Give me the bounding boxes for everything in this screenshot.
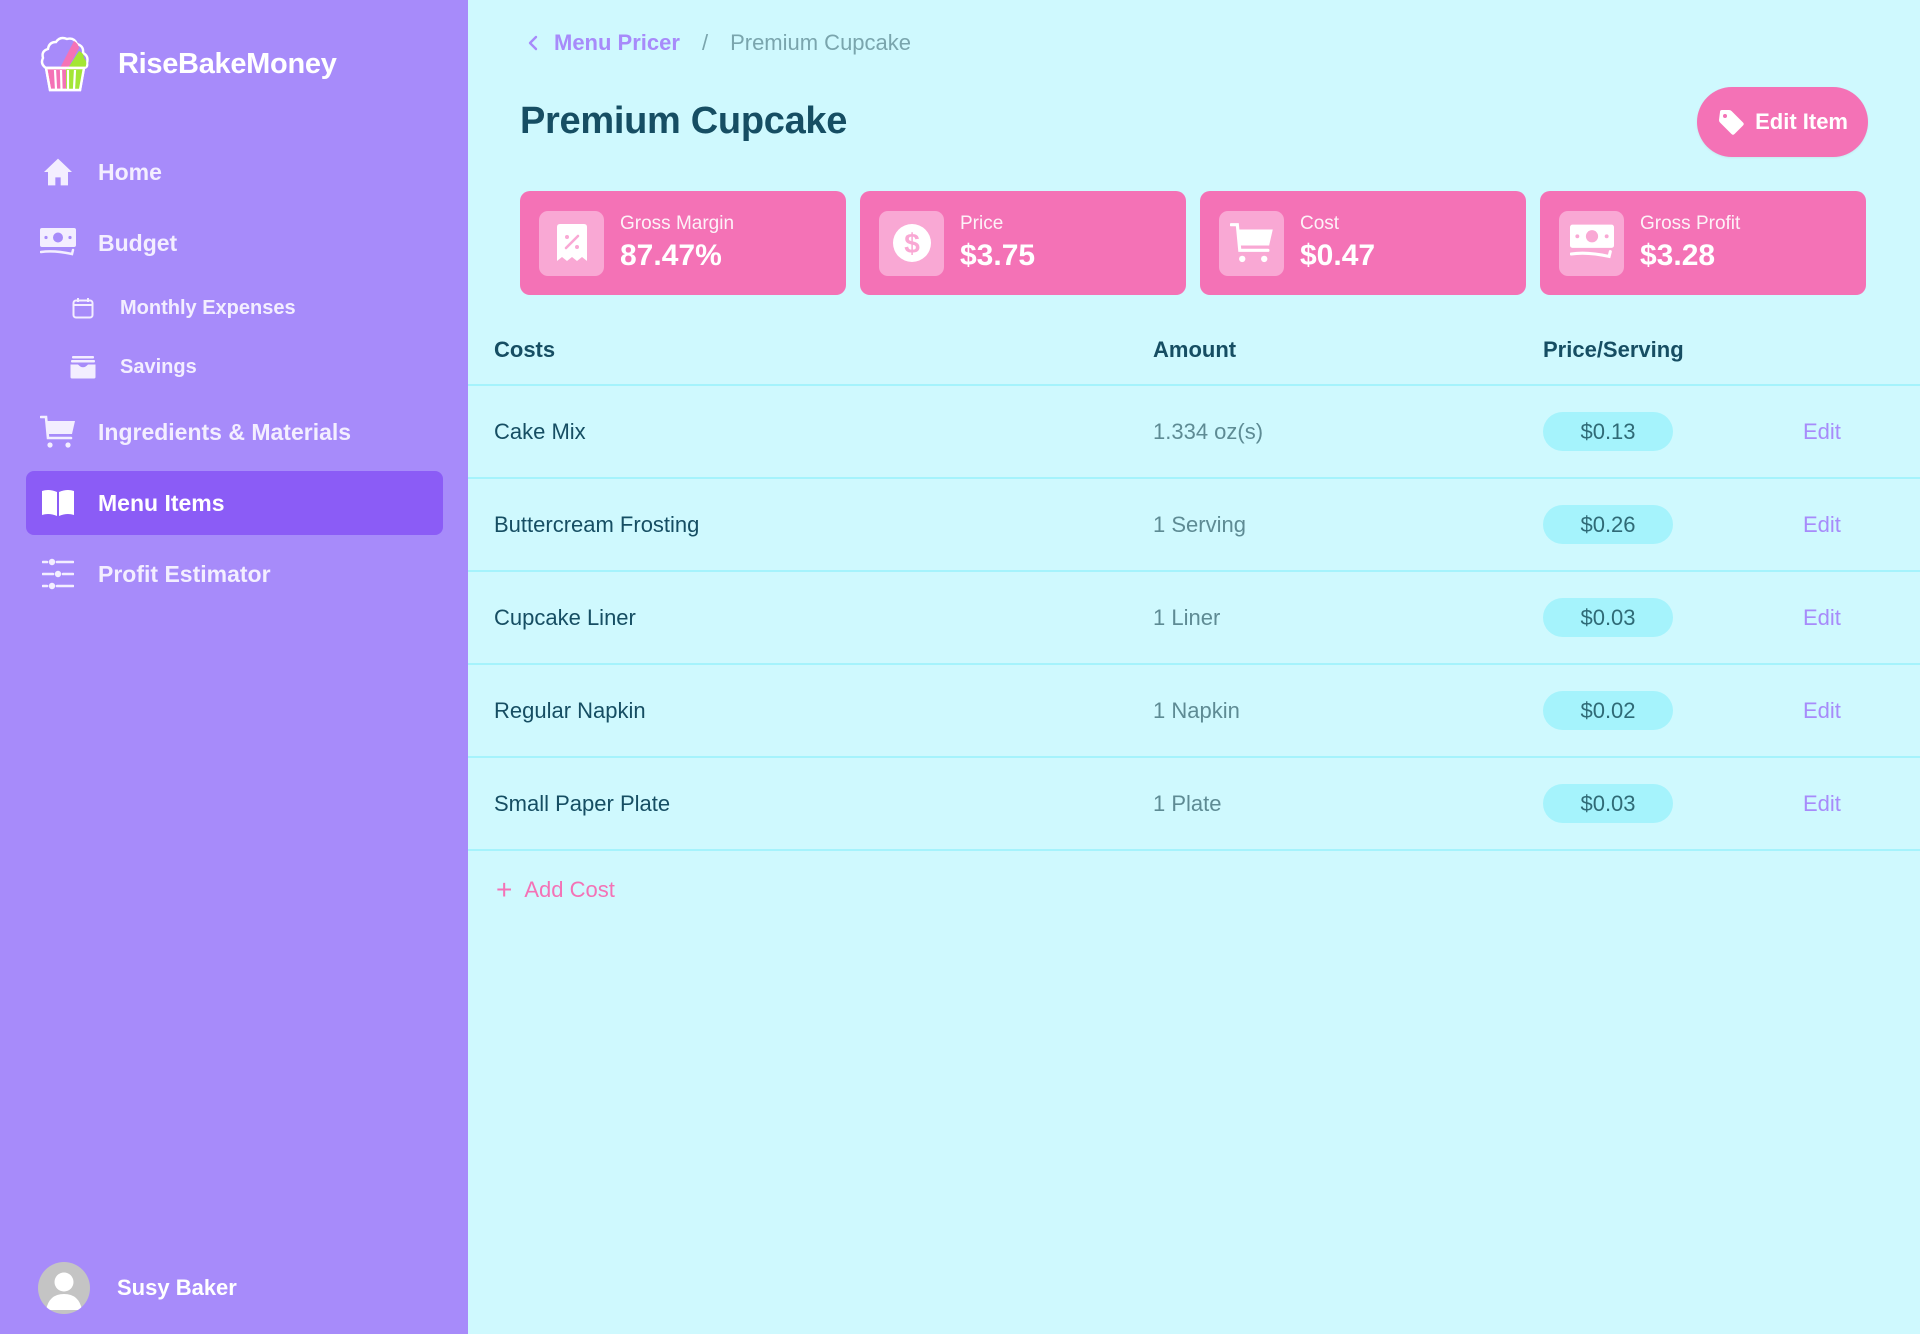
- receipt-percent-icon: [539, 210, 604, 276]
- price-badge: $0.26: [1543, 505, 1673, 544]
- breadcrumb-back-link[interactable]: Menu Pricer: [526, 30, 680, 56]
- costs-table: Costs Amount Price/Serving Cake Mix 1.33…: [468, 316, 1920, 851]
- stats-cards: Gross Margin 87.47% $ Price $3.75 Cost $…: [520, 191, 1866, 295]
- user-profile[interactable]: Susy Baker: [38, 1262, 237, 1314]
- sidebar-item-monthly-expenses[interactable]: Monthly Expenses: [26, 282, 443, 334]
- sidebar-item-savings[interactable]: Savings: [26, 341, 443, 393]
- stat-card-cost: Cost $0.47: [1200, 191, 1526, 295]
- sidebar-item-label: Home: [98, 158, 162, 185]
- shopping-cart-icon: [1219, 210, 1284, 276]
- cost-amount: 1 Liner: [1153, 604, 1221, 630]
- cost-amount: 1.334 oz(s): [1153, 418, 1264, 444]
- stat-value: $3.28: [1640, 239, 1716, 272]
- stat-value: $3.75: [960, 239, 1036, 272]
- stat-label: Cost: [1300, 213, 1340, 234]
- cost-name: Cupcake Liner: [494, 604, 636, 630]
- header-price-serving: Price/Serving: [1543, 337, 1684, 362]
- sidebar-nav: Home Budget Monthly Expenses Savings Ing…: [26, 140, 443, 613]
- price-badge: $0.03: [1543, 784, 1673, 823]
- cost-name: Small Paper Plate: [494, 790, 671, 816]
- app-name: RiseBakeMoney: [118, 47, 337, 80]
- breadcrumb-parent: Menu Pricer: [554, 30, 680, 55]
- stat-card-price: $ Price $3.75: [860, 191, 1186, 295]
- avatar: [38, 1262, 90, 1314]
- table-row: Small Paper Plate 1 Plate $0.03 Edit: [468, 758, 1920, 851]
- cupcake-logo-icon: [40, 36, 89, 92]
- breadcrumb-separator: /: [701, 30, 709, 55]
- home-icon: [40, 154, 76, 190]
- edit-cost-link[interactable]: Edit: [1803, 419, 1841, 444]
- edit-cost-link[interactable]: Edit: [1803, 512, 1841, 537]
- sidebar-item-label: Budget: [98, 229, 178, 256]
- stat-label: Gross Profit: [1640, 213, 1741, 234]
- banknotes-icon: [1559, 210, 1624, 276]
- stat-label: Price: [960, 213, 1004, 234]
- edit-cost-link[interactable]: Edit: [1803, 791, 1841, 816]
- table-row: Cupcake Liner 1 Liner $0.03 Edit: [468, 572, 1920, 665]
- sidebar-item-budget[interactable]: Budget: [26, 211, 443, 275]
- edit-item-button[interactable]: Edit Item: [1697, 87, 1868, 157]
- book-open-icon: [40, 485, 76, 521]
- sidebar-item-label: Monthly Expenses: [120, 296, 296, 319]
- edit-cost-link[interactable]: Edit: [1803, 698, 1841, 723]
- price-badge: $0.13: [1543, 412, 1673, 451]
- brand[interactable]: RiseBakeMoney: [38, 34, 337, 94]
- cost-amount: 1 Serving: [1153, 511, 1246, 537]
- stat-card-gross-profit: Gross Profit $3.28: [1540, 191, 1866, 295]
- user-name: Susy Baker: [117, 1275, 237, 1300]
- calendar-icon: [70, 295, 96, 321]
- price-badge: $0.02: [1543, 691, 1673, 730]
- edit-cost-link[interactable]: Edit: [1803, 605, 1841, 630]
- stat-card-gross-margin: Gross Margin 87.47%: [520, 191, 846, 295]
- sidebar-item-profit-estimator[interactable]: Profit Estimator: [26, 542, 443, 606]
- sidebar-item-label: Profit Estimator: [98, 560, 271, 587]
- tag-icon: [1719, 110, 1744, 135]
- main-content: Menu Pricer / Premium Cupcake Premium Cu…: [468, 0, 1920, 1334]
- add-cost-label: Add Cost: [524, 877, 615, 902]
- stat-value: 87.47%: [620, 239, 722, 272]
- table-row: Regular Napkin 1 Napkin $0.02 Edit: [468, 665, 1920, 758]
- cost-name: Regular Napkin: [494, 697, 646, 723]
- breadcrumb-current: Premium Cupcake: [730, 30, 912, 55]
- user-avatar-icon: [46, 1272, 82, 1310]
- sidebar-item-label: Ingredients & Materials: [98, 418, 352, 445]
- header-amount: Amount: [1153, 337, 1237, 362]
- shopping-cart-icon: [40, 414, 76, 450]
- sidebar-item-home[interactable]: Home: [26, 140, 443, 204]
- header-costs: Costs: [494, 337, 556, 362]
- page-title: Premium Cupcake: [520, 100, 848, 142]
- cost-name: Cake Mix: [494, 418, 586, 444]
- cost-name: Buttercream Frosting: [494, 511, 700, 537]
- archive-box-icon: [70, 354, 96, 380]
- currency-dollar-icon: $: [879, 210, 944, 276]
- sidebar-item-label: Savings: [120, 355, 197, 378]
- stat-value: $0.47: [1300, 239, 1376, 272]
- table-row: Buttercream Frosting 1 Serving $0.26 Edi…: [468, 479, 1920, 572]
- breadcrumb: Menu Pricer / Premium Cupcake: [526, 30, 911, 56]
- sidebar-item-label: Menu Items: [98, 489, 225, 516]
- sidebar: RiseBakeMoney Home Budget Monthly Expens…: [0, 0, 468, 1334]
- price-badge: $0.03: [1543, 598, 1673, 637]
- sidebar-item-ingredients-materials[interactable]: Ingredients & Materials: [26, 400, 443, 464]
- cost-amount: 1 Napkin: [1153, 697, 1240, 723]
- svg-text:$: $: [904, 228, 920, 259]
- cost-amount: 1 Plate: [1153, 790, 1222, 816]
- adjustments-icon: [40, 556, 76, 592]
- table-row: Cake Mix 1.334 oz(s) $0.13 Edit: [468, 386, 1920, 479]
- table-header: Costs Amount Price/Serving: [468, 316, 1920, 386]
- sidebar-item-menu-items[interactable]: Menu Items: [26, 471, 443, 535]
- banknotes-icon: [40, 225, 76, 261]
- plus-icon: +: [496, 874, 513, 905]
- chevron-left-icon: [528, 35, 538, 51]
- add-cost-button[interactable]: + Add Cost: [496, 876, 615, 904]
- edit-item-label: Edit Item: [1755, 109, 1848, 134]
- stat-label: Gross Margin: [620, 213, 735, 234]
